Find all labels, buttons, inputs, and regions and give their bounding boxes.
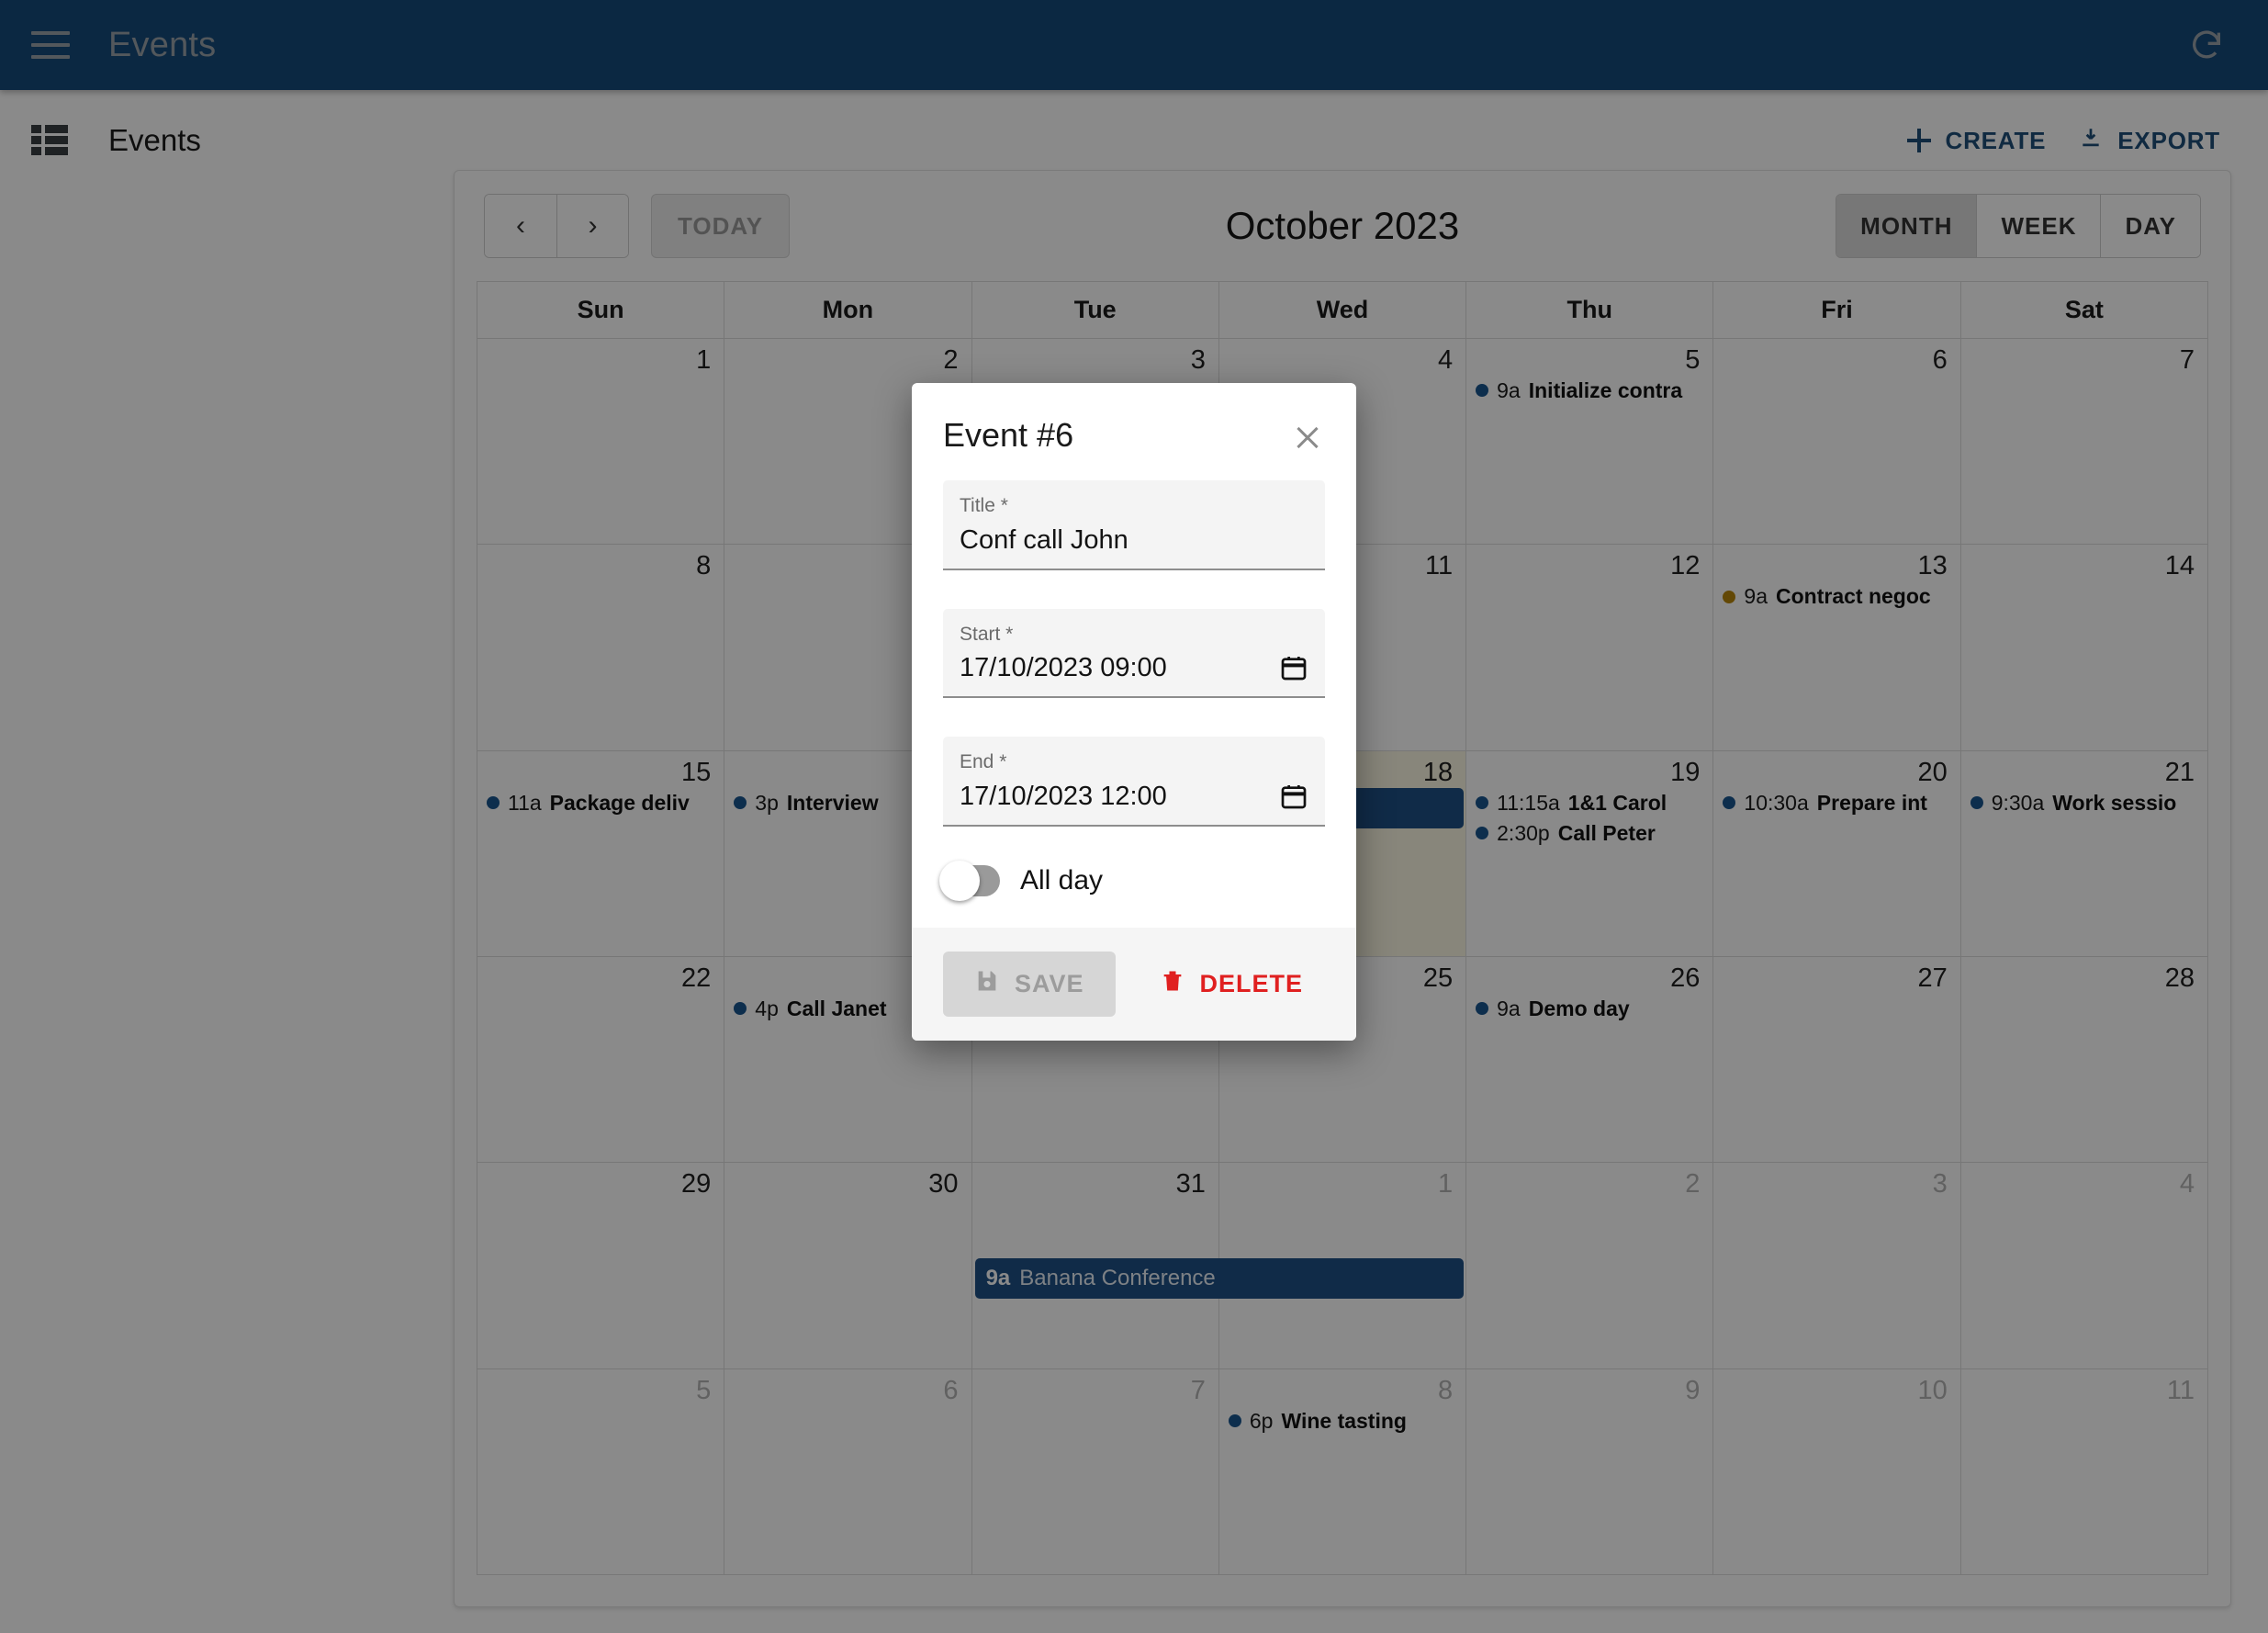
title-field[interactable]: Title * Conf call John [943,480,1325,570]
end-field-label: End * [960,751,1007,773]
end-field-value: 17/10/2023 12:00 [960,781,1167,811]
event-dialog-title: Event #6 [943,416,1074,454]
delete-button-label: DELETE [1199,969,1304,997]
event-dialog-body: Title * Conf call John Start * 17/10/202… [912,464,1356,928]
toggle-knob [939,860,980,901]
all-day-label: All day [1020,864,1104,895]
start-field-value: 17/10/2023 09:00 [960,653,1167,683]
calendar-picker-icon[interactable] [1279,781,1308,812]
event-dialog-header: Event #6 [912,383,1356,464]
save-button[interactable]: SAVE [943,951,1116,1017]
calendar-picker-icon[interactable] [1279,652,1308,683]
save-disk-icon [974,968,1000,1000]
start-field-label: Start * [960,623,1014,645]
save-button-label: SAVE [1015,969,1084,997]
all-day-row: All day [939,860,1325,901]
title-field-label: Title * [960,495,1008,516]
close-icon[interactable] [1288,420,1325,456]
delete-button[interactable]: DELETE [1140,952,1324,1017]
start-field[interactable]: Start * 17/10/2023 09:00 [943,608,1325,699]
event-dialog-footer: SAVE DELETE [912,927,1356,1041]
event-dialog: Event #6 Title * Conf call John Start * … [912,383,1356,1041]
end-field[interactable]: End * 17/10/2023 12:00 [943,737,1325,827]
all-day-toggle[interactable] [939,860,1000,901]
app-root: Events Events CREATE EXPORT ‹ › TODAY Oc… [0,0,2268,1633]
trash-icon [1160,968,1185,1000]
title-field-value: Conf call John [960,524,1128,555]
